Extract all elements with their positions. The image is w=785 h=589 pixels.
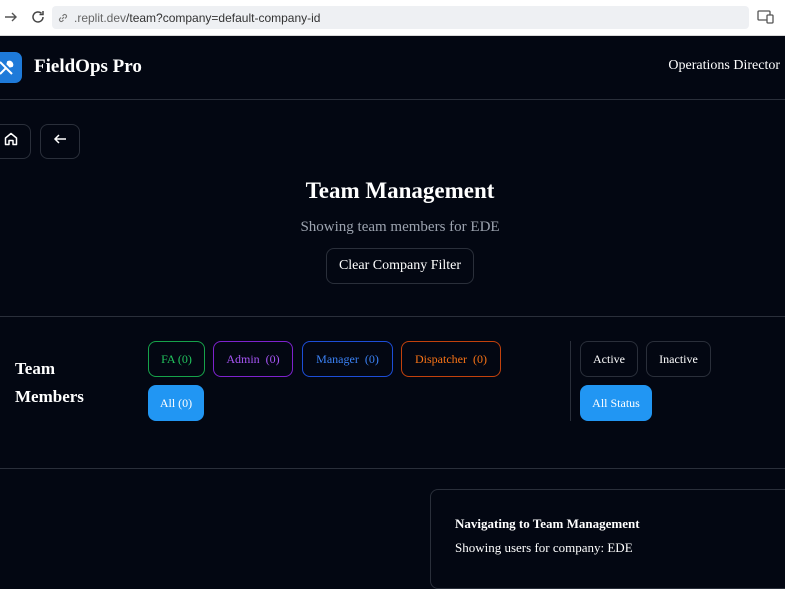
- filter-role-fa[interactable]: FA (0): [148, 341, 205, 377]
- forward-arrow-icon[interactable]: [2, 8, 20, 26]
- devices-icon[interactable]: [757, 9, 775, 25]
- section-divider: [0, 468, 785, 469]
- filter-role-dispatcher[interactable]: Dispatcher (0): [401, 341, 501, 377]
- toast-description: Showing users for company: EDE: [455, 540, 633, 555]
- app-header: FieldOps Pro Operations Director: [0, 35, 785, 100]
- address-bar[interactable]: .replit.dev/team?company=default-company…: [52, 6, 749, 29]
- arrow-left-icon: [53, 132, 67, 151]
- section-divider: [0, 316, 785, 317]
- wrench-screwdriver-icon[interactable]: [0, 52, 22, 83]
- filter-role-admin[interactable]: Admin (0): [213, 341, 293, 377]
- filter-separator: [570, 341, 571, 421]
- back-button[interactable]: [40, 124, 80, 159]
- toast-notification[interactable]: Navigating to Team Management Showing us…: [430, 489, 785, 589]
- reload-icon[interactable]: [29, 8, 47, 26]
- clear-company-filter-button[interactable]: Clear Company Filter: [326, 248, 474, 284]
- user-role[interactable]: Operations Director: [668, 58, 780, 74]
- home-icon: [3, 131, 19, 152]
- browser-chrome: .replit.dev/team?company=default-company…: [0, 0, 785, 36]
- page-subtitle: Showing team members for EDE: [300, 219, 500, 235]
- filter-status-active[interactable]: Active: [580, 341, 638, 377]
- filter-status-inactive[interactable]: Inactive: [646, 341, 711, 377]
- url-text: .replit.dev/team?company=default-company…: [74, 10, 321, 25]
- page-title: Team Management: [305, 178, 495, 203]
- filter-role-manager[interactable]: Manager (0): [302, 341, 393, 377]
- filter-role-all[interactable]: All (0): [148, 385, 204, 421]
- brand-name[interactable]: FieldOps Pro: [34, 56, 142, 78]
- link-icon: [57, 11, 71, 25]
- home-button[interactable]: [0, 124, 31, 159]
- filter-status-all[interactable]: All Status: [580, 385, 652, 421]
- team-members-heading: Team Members: [15, 359, 84, 406]
- toast-title: Navigating to Team Management: [455, 516, 640, 531]
